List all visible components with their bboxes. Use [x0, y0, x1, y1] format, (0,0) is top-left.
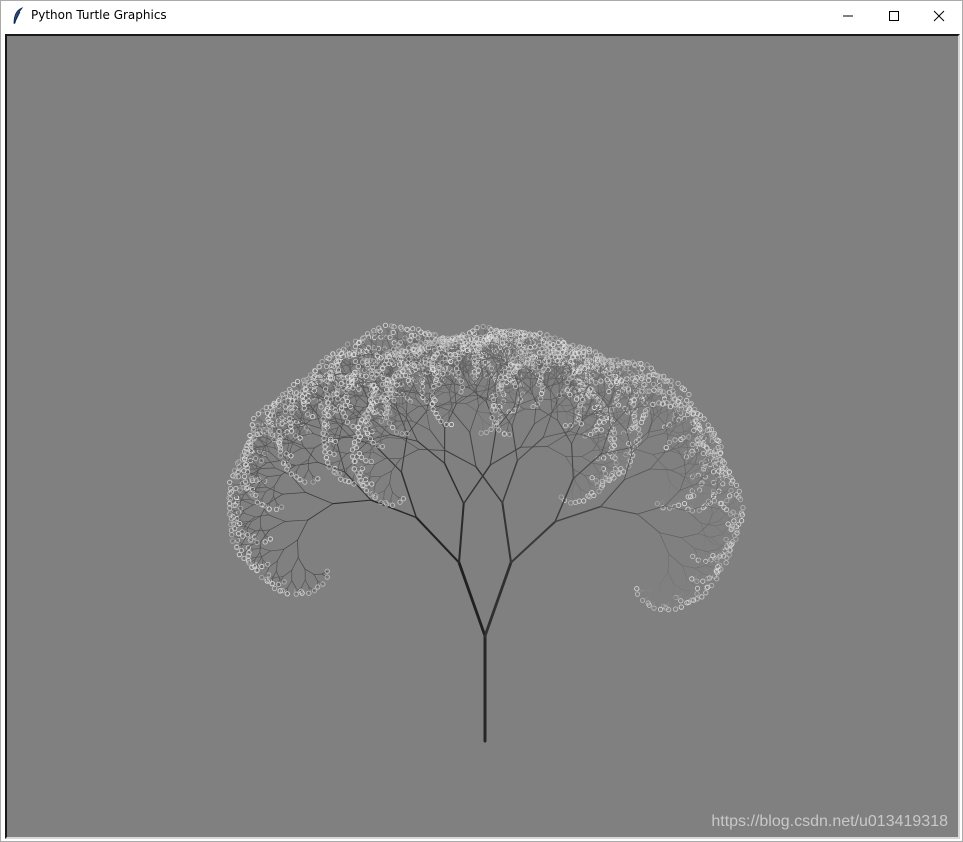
close-button[interactable] — [916, 1, 962, 31]
close-icon — [933, 10, 945, 22]
window-title: Python Turtle Graphics — [31, 8, 167, 22]
minimize-icon — [843, 15, 853, 17]
turtle-window: Python Turtle Graphics https://blog.csdn… — [0, 0, 963, 842]
minimize-button[interactable] — [825, 1, 871, 31]
fractal-tree-drawing — [226, 322, 746, 743]
watermark-text: https://blog.csdn.net/u013419318 — [711, 813, 948, 830]
title-bar[interactable]: Python Turtle Graphics — [1, 1, 962, 31]
feather-icon — [13, 7, 24, 25]
maximize-icon — [889, 11, 899, 21]
turtle-canvas-area[interactable]: https://blog.csdn.net/u013419318 — [5, 34, 960, 839]
maximize-button[interactable] — [871, 1, 917, 31]
